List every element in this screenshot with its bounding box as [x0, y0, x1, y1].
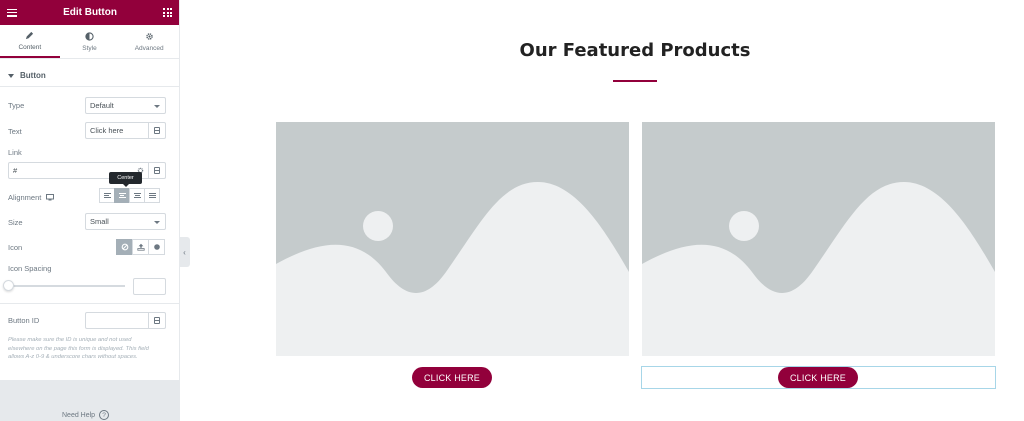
align-right-button[interactable]	[129, 188, 145, 203]
section-title: Button	[20, 71, 46, 80]
icon-spacing-input[interactable]	[133, 278, 166, 295]
gear-icon	[145, 32, 153, 40]
panel-tabs: Content Style Advanced	[0, 25, 179, 59]
question-icon: ?	[99, 410, 110, 420]
database-icon	[154, 167, 160, 174]
icon-choices	[116, 239, 165, 255]
icon-library-button[interactable]	[148, 239, 165, 255]
size-value: Small	[90, 217, 109, 226]
product-2-button[interactable]: CLICK HERE	[778, 367, 858, 388]
button-id-help-text: Please make sure the ID is unique and no…	[8, 337, 149, 360]
database-icon	[154, 127, 160, 134]
icon-spacing-slider-handle[interactable]	[3, 280, 14, 291]
chevron-down-icon	[154, 221, 160, 224]
tab-content-label: Content	[18, 43, 42, 51]
icon-spacing-slider-track[interactable]	[8, 285, 125, 287]
widgets-grid-icon[interactable]	[163, 8, 172, 17]
panel-title: Edit Button	[63, 7, 117, 18]
panel-header: Edit Button	[0, 0, 179, 25]
type-select[interactable]: Default	[85, 97, 166, 114]
collapse-panel-handle[interactable]: ‹	[179, 237, 190, 267]
link-dynamic-tags-button[interactable]	[148, 162, 165, 179]
tab-advanced[interactable]: Advanced	[119, 25, 179, 58]
need-help-label: Need Help	[62, 411, 96, 419]
divider	[0, 303, 179, 304]
size-select[interactable]: Small	[85, 213, 166, 230]
placeholder-image-icon	[642, 122, 995, 356]
icon-label: Icon	[8, 243, 23, 252]
pencil-icon	[26, 31, 34, 39]
page-heading: Our Featured Products	[519, 40, 751, 61]
alignment-label: Alignment	[8, 193, 42, 202]
alignment-choices	[99, 188, 160, 203]
tooltip: Center	[109, 172, 142, 187]
icon-spacing-label: Icon Spacing	[8, 264, 52, 273]
heading-divider	[613, 80, 657, 82]
product-image-2[interactable]	[642, 122, 995, 356]
none-icon	[121, 243, 128, 251]
alignment-row-label: Alignment	[8, 193, 55, 202]
need-help-link[interactable]: Need Help ?	[62, 410, 110, 420]
placeholder-image-icon	[276, 122, 629, 356]
icon-none-button[interactable]	[116, 239, 133, 255]
align-left-button[interactable]	[99, 188, 115, 203]
contrast-icon	[85, 31, 94, 41]
desktop-icon[interactable]	[46, 194, 55, 201]
tab-style[interactable]: Style	[60, 25, 120, 58]
menu-icon[interactable]	[7, 8, 17, 17]
button-id-label: Button ID	[8, 316, 40, 325]
section-button-header[interactable]: Button	[0, 65, 179, 87]
type-value: Default	[90, 101, 114, 110]
tab-advanced-label: Advanced	[134, 44, 164, 52]
solid-circle-icon	[153, 244, 160, 250]
size-label: Size	[8, 218, 23, 227]
icon-upload-button[interactable]	[132, 239, 149, 255]
upload-icon	[136, 243, 145, 251]
text-label: Text	[8, 127, 22, 136]
dynamic-tags-button[interactable]	[148, 122, 165, 139]
type-label: Type	[8, 101, 25, 110]
button-id-input[interactable]	[85, 312, 166, 329]
tab-content[interactable]: Content	[0, 25, 60, 58]
text-input[interactable]: Click here	[85, 122, 166, 139]
chevron-down-icon	[154, 105, 160, 108]
link-input[interactable]: #	[8, 162, 166, 179]
chevron-left-icon: ‹	[183, 247, 186, 257]
align-justify-button[interactable]	[144, 188, 160, 203]
caret-down-icon	[8, 73, 14, 78]
text-value: Click here	[90, 126, 124, 135]
product-image-1[interactable]	[276, 122, 629, 356]
link-label: Link	[8, 148, 22, 157]
tab-style-label: Style	[82, 44, 97, 52]
align-center-button[interactable]	[114, 188, 130, 203]
database-icon	[154, 317, 160, 324]
link-value: #	[13, 166, 18, 175]
product-1-button[interactable]: CLICK HERE	[412, 367, 492, 388]
button-id-dynamic-tags-button[interactable]	[148, 312, 165, 329]
